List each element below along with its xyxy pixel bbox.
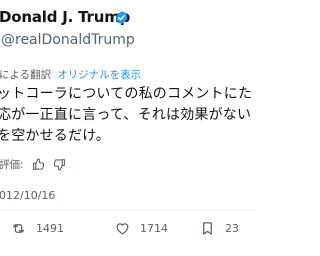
like-count: 1714: [140, 222, 168, 235]
display-name[interactable]: Donald J. Trump: [0, 8, 130, 26]
tweet-text-line: ットコーラについての私のコメントにた: [0, 86, 253, 102]
verified-badge-icon: [115, 10, 128, 25]
bookmark-icon: [203, 222, 212, 235]
heart-icon: [116, 223, 129, 235]
like-button[interactable]: 1714: [115, 221, 168, 236]
tweet-timestamp[interactable]: 012/10/16: [0, 189, 55, 202]
translation-info: による翻訳 オリジナルを表示: [0, 67, 141, 82]
tweet-text-line: 応が一正直に言って、それは効果がない: [0, 107, 252, 123]
translated-by-label: による翻訳: [0, 69, 52, 81]
thumbs-up-icon[interactable]: [32, 158, 45, 171]
retweet-button[interactable]: 1491: [11, 221, 64, 236]
share-count: 23: [225, 222, 239, 235]
retweet-icon: [12, 224, 25, 233]
show-original-link[interactable]: オリジナルを表示: [57, 69, 141, 81]
thumbs-down-icon[interactable]: [53, 158, 66, 171]
tweet-text-line: を空かせるだけ。: [0, 128, 110, 144]
share-button[interactable]: 23: [200, 221, 239, 236]
translation-rating: 評価:: [0, 157, 66, 172]
rating-label: 評価:: [0, 159, 24, 171]
divider: [0, 210, 256, 211]
user-handle[interactable]: @realDonaldTrump: [1, 32, 135, 48]
retweet-count: 1491: [36, 222, 64, 235]
